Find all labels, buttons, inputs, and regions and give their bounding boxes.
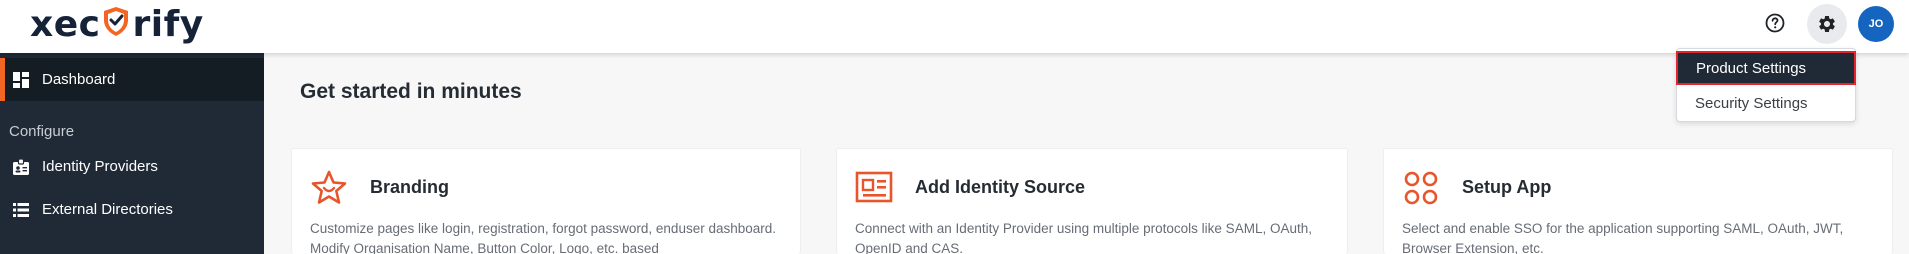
sidebar-item-identity-providers[interactable]: Identity Providers (0, 145, 264, 188)
page-title: Get started in minutes (300, 80, 522, 103)
gear-icon (1819, 15, 1835, 32)
xecurify-logo[interactable]: xec rify (30, 0, 204, 48)
list-icon (12, 201, 30, 219)
card-description: Select and enable SSO for the applicatio… (1402, 221, 1844, 254)
settings-button[interactable] (1807, 4, 1847, 44)
sidebar-item-label: Dashboard (42, 71, 116, 88)
user-avatar[interactable]: JO (1858, 6, 1894, 42)
sidebar-item-label: Identity Providers (42, 158, 158, 175)
sidebar-item-dashboard[interactable]: Dashboard (0, 58, 264, 101)
card-description: Customize pages like login, registration… (310, 221, 777, 254)
add-identity-source-card[interactable]: Add Identity Source Connect with an Iden… (836, 148, 1348, 254)
shield-logo-icon (101, 5, 131, 37)
card-title: Add Identity Source (915, 177, 1086, 197)
setup-app-card[interactable]: Setup App Select and enable SSO for the … (1383, 148, 1893, 254)
logo-text-left: xec (30, 3, 101, 45)
card-title: Branding (370, 177, 449, 197)
dashboard-icon (12, 71, 30, 89)
help-circle-icon (1765, 13, 1785, 33)
help-button[interactable] (1757, 5, 1793, 41)
id-badge-icon (12, 157, 30, 176)
menu-item-security-settings[interactable]: Security Settings (1677, 87, 1855, 119)
logo-text-right: rify (132, 3, 204, 45)
card-title: Setup App (1462, 177, 1552, 197)
sidebar-section-configure: Configure (9, 123, 75, 140)
branding-card[interactable]: Branding Customize pages like login, reg… (291, 148, 801, 254)
menu-item-product-settings[interactable]: Product Settings (1676, 51, 1856, 85)
star-face-icon (310, 169, 348, 207)
id-card-icon (855, 169, 893, 207)
sidebar-item-external-directories[interactable]: External Directories (0, 188, 264, 231)
sidebar: Dashboard Configure Identity Providers E… (0, 53, 264, 254)
card-description: Connect with an Identity Provider using … (855, 221, 1312, 254)
settings-dropdown-menu: Product Settings Security Settings (1676, 48, 1856, 122)
apps-grid-icon (1402, 169, 1440, 207)
sidebar-item-label: External Directories (42, 201, 173, 218)
top-bar: xec rify JO (0, 0, 1909, 53)
